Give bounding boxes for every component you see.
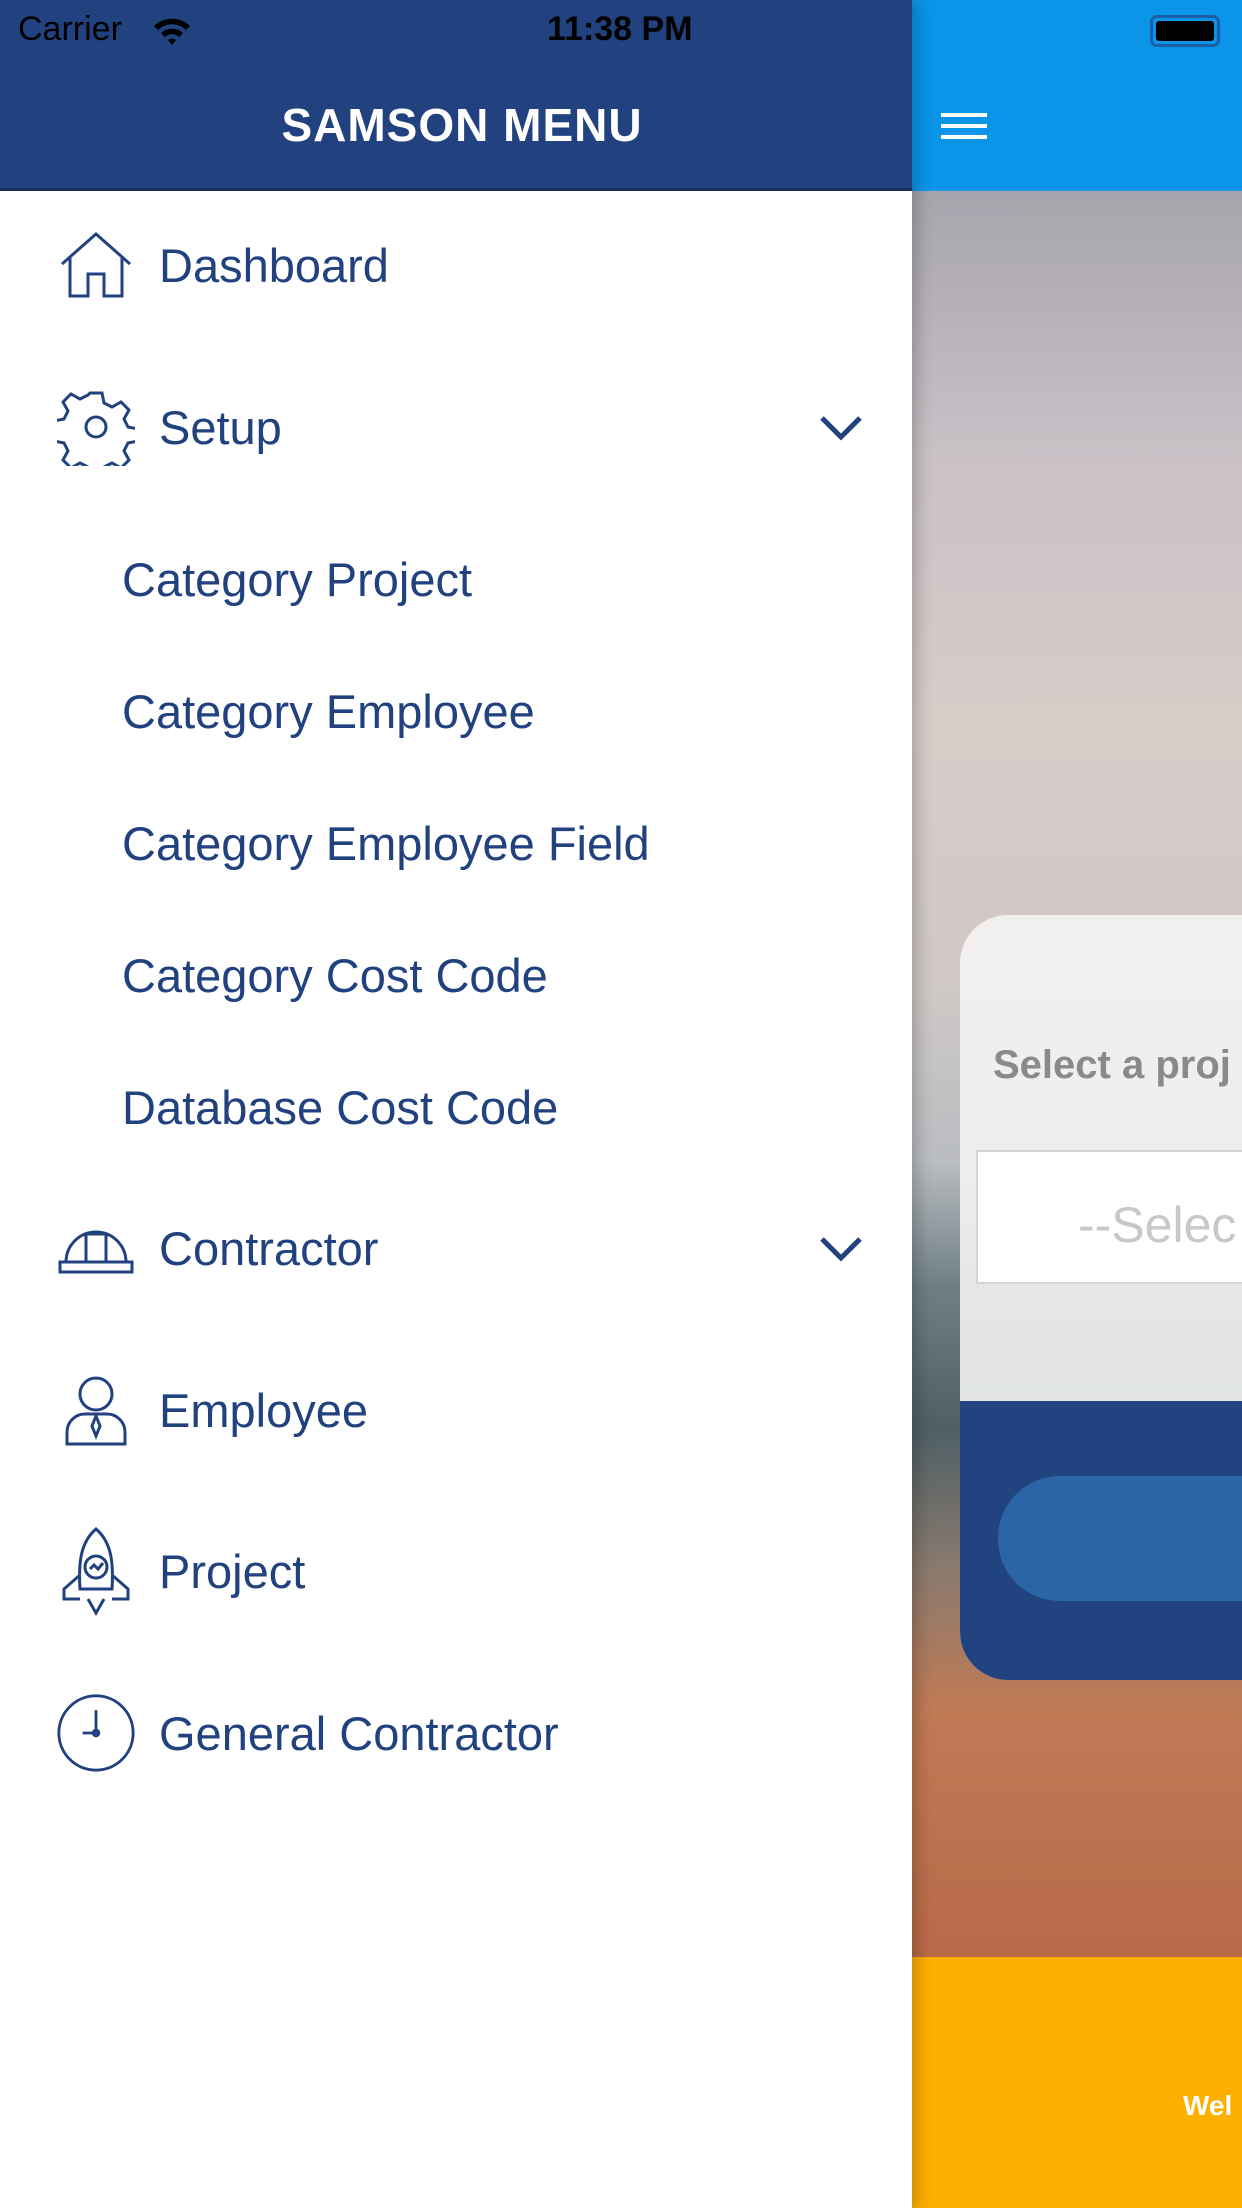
menu-label: Dashboard	[159, 238, 389, 292]
gear-icon	[56, 387, 136, 467]
clock: 11:38 PM	[547, 10, 693, 48]
clock-icon	[56, 1693, 136, 1773]
drawer-header: Carrier 11:38 PM SAMSON MENU	[0, 0, 912, 191]
submenu-item-category-employee-field[interactable]: Category Employee Field	[0, 783, 912, 903]
battery-icon	[1150, 15, 1220, 47]
select-project-label: Select a proj	[993, 1043, 1231, 1087]
wifi-icon	[154, 18, 190, 45]
menu-label: Category Project	[122, 552, 473, 606]
submenu-item-database-cost-code[interactable]: Database Cost Code	[0, 1047, 912, 1167]
menu-label: Setup	[159, 400, 282, 454]
menu-label: Database Cost Code	[122, 1080, 559, 1134]
menu-label: Project	[159, 1544, 306, 1598]
chevron-down-icon[interactable]	[818, 404, 864, 450]
menu-label: General Contractor	[159, 1706, 559, 1760]
carrier-label: Carrier	[18, 10, 122, 48]
menu-item-employee[interactable]: Employee	[0, 1350, 912, 1470]
drawer-title: SAMSON MENU	[281, 99, 643, 151]
menu-label: Category Cost Code	[122, 948, 548, 1002]
footer-banner	[912, 1957, 1242, 2208]
welcome-text: Wel	[1183, 2090, 1233, 2121]
hamburger-menu-icon[interactable]	[941, 113, 987, 146]
menu-item-general-contractor[interactable]: General Contractor	[0, 1673, 912, 1793]
submenu-item-category-cost-code[interactable]: Category Cost Code	[0, 915, 912, 1035]
menu-item-setup[interactable]: Setup	[0, 367, 912, 487]
rocket-icon	[56, 1527, 136, 1617]
menu-item-dashboard[interactable]: Dashboard	[0, 205, 912, 325]
main-screen: Select a proj --Selec Wel	[912, 0, 1242, 2208]
menu-label: Category Employee	[122, 684, 535, 738]
chevron-down-icon[interactable]	[818, 1225, 864, 1271]
submit-button[interactable]	[998, 1476, 1242, 1601]
menu-label: Contractor	[159, 1221, 379, 1275]
side-drawer: Carrier 11:38 PM SAMSON MENU Dashboard S…	[0, 0, 912, 2208]
submenu-item-category-project[interactable]: Category Project	[0, 519, 912, 639]
user-icon	[56, 1370, 136, 1450]
project-select-input[interactable]: --Selec	[976, 1150, 1242, 1284]
app-header	[912, 0, 1242, 191]
menu-label: Employee	[159, 1383, 368, 1437]
project-select-card: Select a proj --Selec	[960, 915, 1242, 1680]
hard-hat-icon	[56, 1208, 136, 1288]
menu-label: Category Employee Field	[122, 816, 650, 870]
menu-item-project[interactable]: Project	[0, 1511, 912, 1631]
home-icon	[56, 225, 136, 305]
menu-item-contractor[interactable]: Contractor	[0, 1188, 912, 1308]
submenu-item-category-employee[interactable]: Category Employee	[0, 651, 912, 771]
